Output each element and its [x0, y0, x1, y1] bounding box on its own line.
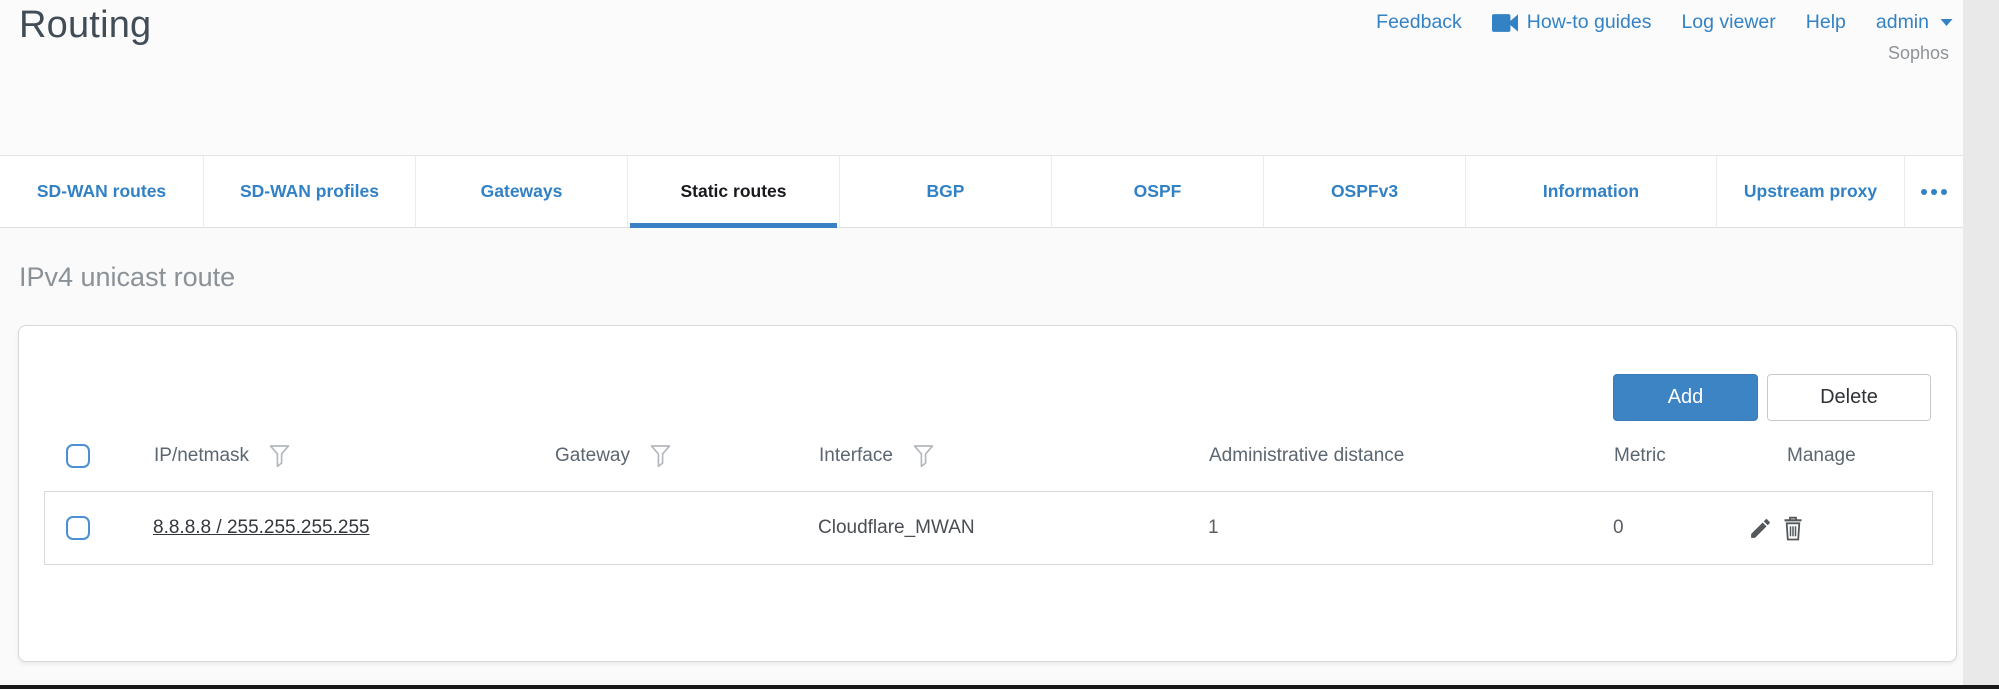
route-metric-value: 0	[1563, 517, 1731, 539]
add-button[interactable]: Add	[1613, 374, 1758, 421]
help-link[interactable]: Help	[1806, 11, 1846, 34]
filter-icon[interactable]	[650, 444, 671, 468]
user-menu[interactable]: admin	[1876, 11, 1953, 34]
column-header-manage: Manage	[1787, 445, 1856, 467]
brand-label: Sophos	[1888, 43, 1949, 64]
tab-sdwan-profiles[interactable]: SD-WAN profiles	[204, 156, 416, 227]
more-tabs-button[interactable]	[1905, 156, 1963, 227]
filter-icon[interactable]	[269, 444, 290, 468]
log-viewer-link[interactable]: Log viewer	[1681, 11, 1775, 34]
delete-button[interactable]: Delete	[1767, 374, 1931, 421]
routes-card: Add Delete IP/netmask Gateway	[18, 325, 1957, 662]
column-header-gateway: Gateway	[555, 445, 630, 467]
route-admin-distance-value: 1	[1163, 517, 1563, 539]
tab-ospfv3[interactable]: OSPFv3	[1264, 156, 1466, 227]
tab-bgp[interactable]: BGP	[840, 156, 1052, 227]
routes-table: IP/netmask Gateway Interface	[44, 421, 1933, 565]
page-title: Routing	[19, 4, 151, 47]
tab-upstream-proxy[interactable]: Upstream proxy	[1717, 156, 1905, 227]
select-all-checkbox[interactable]	[66, 444, 90, 468]
app-container: Routing Feedback How-to guides Log viewe…	[0, 0, 1963, 685]
page-header: Routing Feedback How-to guides Log viewe…	[0, 0, 1963, 155]
howto-guides-link-label: How-to guides	[1527, 11, 1652, 34]
help-link-label: Help	[1806, 11, 1846, 34]
row-checkbox[interactable]	[66, 516, 90, 540]
column-header-ip-netmask: IP/netmask	[154, 445, 249, 467]
delete-row-button[interactable]	[1781, 515, 1805, 542]
tab-bar: SD-WAN routes SD-WAN profiles Gateways S…	[0, 155, 1963, 228]
tab-gateways[interactable]: Gateways	[416, 156, 628, 227]
log-viewer-link-label: Log viewer	[1681, 11, 1775, 34]
column-header-metric: Metric	[1614, 445, 1666, 467]
feedback-link[interactable]: Feedback	[1376, 11, 1462, 34]
ellipsis-icon	[1921, 189, 1947, 195]
window-bottom-edge	[0, 685, 1999, 689]
top-navigation: Feedback How-to guides Log viewer Help a…	[1376, 11, 1953, 34]
table-row: 8.8.8.8 / 255.255.255.255 Cloudflare_MWA…	[44, 491, 1933, 565]
user-menu-label: admin	[1876, 11, 1929, 34]
tab-static-routes[interactable]: Static routes	[628, 156, 840, 227]
route-ip-netmask-link[interactable]: 8.8.8.8 / 255.255.255.255	[153, 517, 370, 538]
route-interface-value: Cloudflare_MWAN	[773, 517, 1163, 539]
filter-icon[interactable]	[913, 444, 934, 468]
table-header-row: IP/netmask Gateway Interface	[44, 421, 1933, 491]
column-header-interface: Interface	[819, 445, 893, 467]
videocam-icon	[1492, 13, 1518, 33]
tab-sdwan-routes[interactable]: SD-WAN routes	[0, 156, 204, 227]
section-title: IPv4 unicast route	[19, 262, 235, 293]
chevron-down-icon	[1940, 18, 1953, 27]
tab-information[interactable]: Information	[1466, 156, 1717, 227]
column-header-admin-distance: Administrative distance	[1209, 445, 1404, 467]
tab-ospf[interactable]: OSPF	[1052, 156, 1264, 227]
table-toolbar: Add Delete	[44, 374, 1931, 421]
howto-guides-link[interactable]: How-to guides	[1492, 11, 1652, 34]
edit-button[interactable]	[1748, 516, 1773, 541]
feedback-link-label: Feedback	[1376, 11, 1462, 34]
